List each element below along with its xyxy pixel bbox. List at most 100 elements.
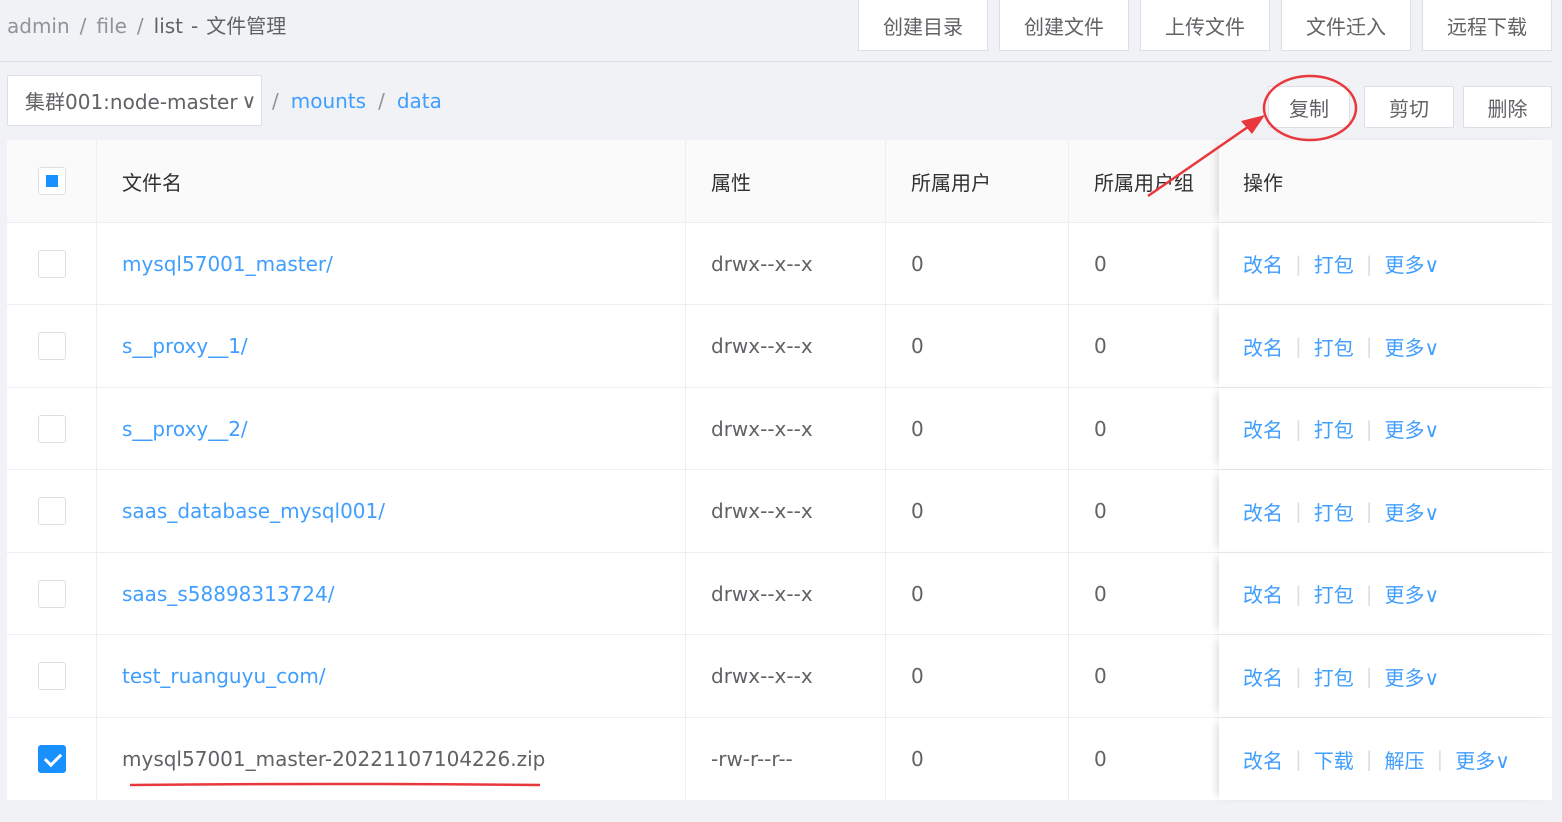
delete-button[interactable]: 删除 [1463,86,1552,128]
op-cell: 改名 | 打包 | 更多∨ [1219,305,1552,387]
op-divider: | [1295,499,1302,523]
group-cell: 0 [1094,499,1107,523]
user-cell: 0 [886,388,1069,469]
user-cell: 0 [886,223,1069,304]
row-checkbox[interactable] [37,745,66,773]
header-user: 所属用户 [886,140,1069,222]
row-checkbox[interactable] [37,414,66,443]
row-checkbox-cell [7,305,97,387]
file-name-text: mysql57001_master-20221107104226.zip [122,747,546,771]
copy-button[interactable]: 复制 [1268,86,1350,128]
header-name: 文件名 [97,140,686,222]
top-bar: admin / file / list - 文件管理 创建目录 创建文件 上传文件 文件迁入… [0,0,1562,62]
file-name-link[interactable]: mysql57001_master/ [122,252,333,276]
breadcrumb-item-file[interactable]: file [96,14,126,38]
download-link[interactable]: 下载 [1314,745,1354,774]
pack-link[interactable]: 打包 [1314,249,1354,278]
file-name-link[interactable]: saas_s58898313724/ [122,582,334,606]
more-dropdown[interactable]: 更多∨ [1385,579,1440,608]
row-checkbox[interactable] [37,662,66,690]
pack-link[interactable]: 打包 [1314,497,1354,526]
op-divider: | [1295,416,1302,441]
rename-link[interactable]: 改名 [1243,497,1283,526]
attr-cell: drwx--x--x [686,223,886,304]
file-name-link[interactable]: test_ruanguyu_com/ [122,664,326,688]
row-checkbox[interactable] [37,332,66,360]
breadcrumb-separator: / [79,14,87,38]
create-directory-button[interactable]: 创建目录 [858,0,988,51]
rename-link[interactable]: 改名 [1243,745,1283,774]
op-cell: 改名 | 打包 | 更多∨ [1219,388,1552,469]
row-checkbox-cell [7,388,97,469]
more-dropdown[interactable]: 更多∨ [1385,662,1440,691]
rename-link[interactable]: 改名 [1243,249,1283,278]
header-checkbox-cell [7,140,97,222]
unzip-link[interactable]: 解压 [1385,745,1425,774]
more-dropdown[interactable]: 更多∨ [1385,497,1440,526]
breadcrumb-item-admin[interactable]: admin [7,14,70,38]
op-divider: | [1365,416,1373,441]
rename-link[interactable]: 改名 [1243,414,1283,443]
row-checkbox-cell [7,223,97,304]
attr-cell: drwx--x--x [686,470,886,552]
path-segment-data[interactable]: data [397,89,442,113]
group-cell: 0 [1094,334,1107,358]
row-checkbox[interactable] [37,249,66,278]
group-cell: 0 [1094,416,1107,441]
op-cell: 改名 | 打包 | 更多∨ [1219,635,1552,717]
path-breadcrumb: / mounts / data [272,89,442,113]
node-select[interactable]: 集群001:node-master ∨ [7,75,262,126]
more-dropdown[interactable]: 更多∨ [1385,414,1440,443]
table-row: test_ruanguyu_com/ drwx--x--x 0 0 改名 | 打包 |… [7,635,1552,718]
pack-link[interactable]: 打包 [1314,662,1354,691]
row-checkbox[interactable] [37,497,66,525]
create-file-button[interactable]: 创建文件 [999,0,1129,51]
migrate-file-button[interactable]: 文件迁入 [1281,0,1411,51]
remote-download-button[interactable]: 远程下载 [1422,0,1552,51]
user-cell: 0 [886,553,1069,634]
rename-link[interactable]: 改名 [1243,579,1283,608]
path-separator: / [272,89,279,113]
name-cell: mysql57001_master/ [97,223,686,304]
more-dropdown[interactable]: 更多∨ [1385,332,1440,361]
file-name-link[interactable]: saas_database_mysql001/ [122,499,385,523]
name-cell: saas_database_mysql001/ [97,470,686,552]
node-select-value: 集群001:node-master [25,90,238,114]
attr-cell: -rw-r--r-- [686,718,886,800]
row-checkbox-cell [7,553,97,634]
user-cell: 0 [886,470,1069,552]
breadcrumb-item-list: list [153,14,184,38]
pack-link[interactable]: 打包 [1314,579,1354,608]
row-checkbox-cell [7,718,97,800]
file-name-link[interactable]: s__proxy__1/ [122,334,248,358]
more-dropdown[interactable]: 更多∨ [1385,249,1440,278]
group-cell: 0 [1094,251,1107,276]
op-divider: | [1365,499,1373,523]
op-divider: | [1365,581,1373,606]
select-all-checkbox[interactable] [37,167,66,195]
op-divider: | [1295,251,1302,276]
file-table: 文件名 属性 所属用户 所属用户组 操作 mysql57001_master/ … [7,140,1552,800]
path-separator: / [378,89,385,113]
path-segment-mounts[interactable]: mounts [291,89,366,113]
op-divider: | [1295,581,1302,606]
table-row: saas_s58898313724/ drwx--x--x 0 0 改名 | 打包 |… [7,553,1552,635]
file-name-link[interactable]: s__proxy__2/ [122,417,248,441]
attr-cell: drwx--x--x [686,635,886,717]
row-checkbox[interactable] [37,579,66,608]
cut-button[interactable]: 剪切 [1364,86,1454,128]
more-dropdown[interactable]: 更多∨ [1455,745,1510,774]
rename-link[interactable]: 改名 [1243,662,1283,691]
op-divider: | [1365,664,1373,688]
pack-link[interactable]: 打包 [1314,414,1354,443]
upload-file-button[interactable]: 上传文件 [1140,0,1270,51]
chevron-down-icon: ∨ [241,88,257,113]
table-row: saas_database_mysql001/ drwx--x--x 0 0 改… [7,470,1552,553]
attr-cell: drwx--x--x [686,388,886,469]
op-cell: 改名 | 打包 | 更多∨ [1219,470,1552,552]
pack-link[interactable]: 打包 [1314,332,1354,361]
name-cell: mysql57001_master-20221107104226.zip [97,718,686,800]
row-checkbox-cell [7,635,97,717]
rename-link[interactable]: 改名 [1243,332,1283,361]
op-cell: 改名 | 下载 | 解压 | 更多∨ [1219,718,1552,800]
